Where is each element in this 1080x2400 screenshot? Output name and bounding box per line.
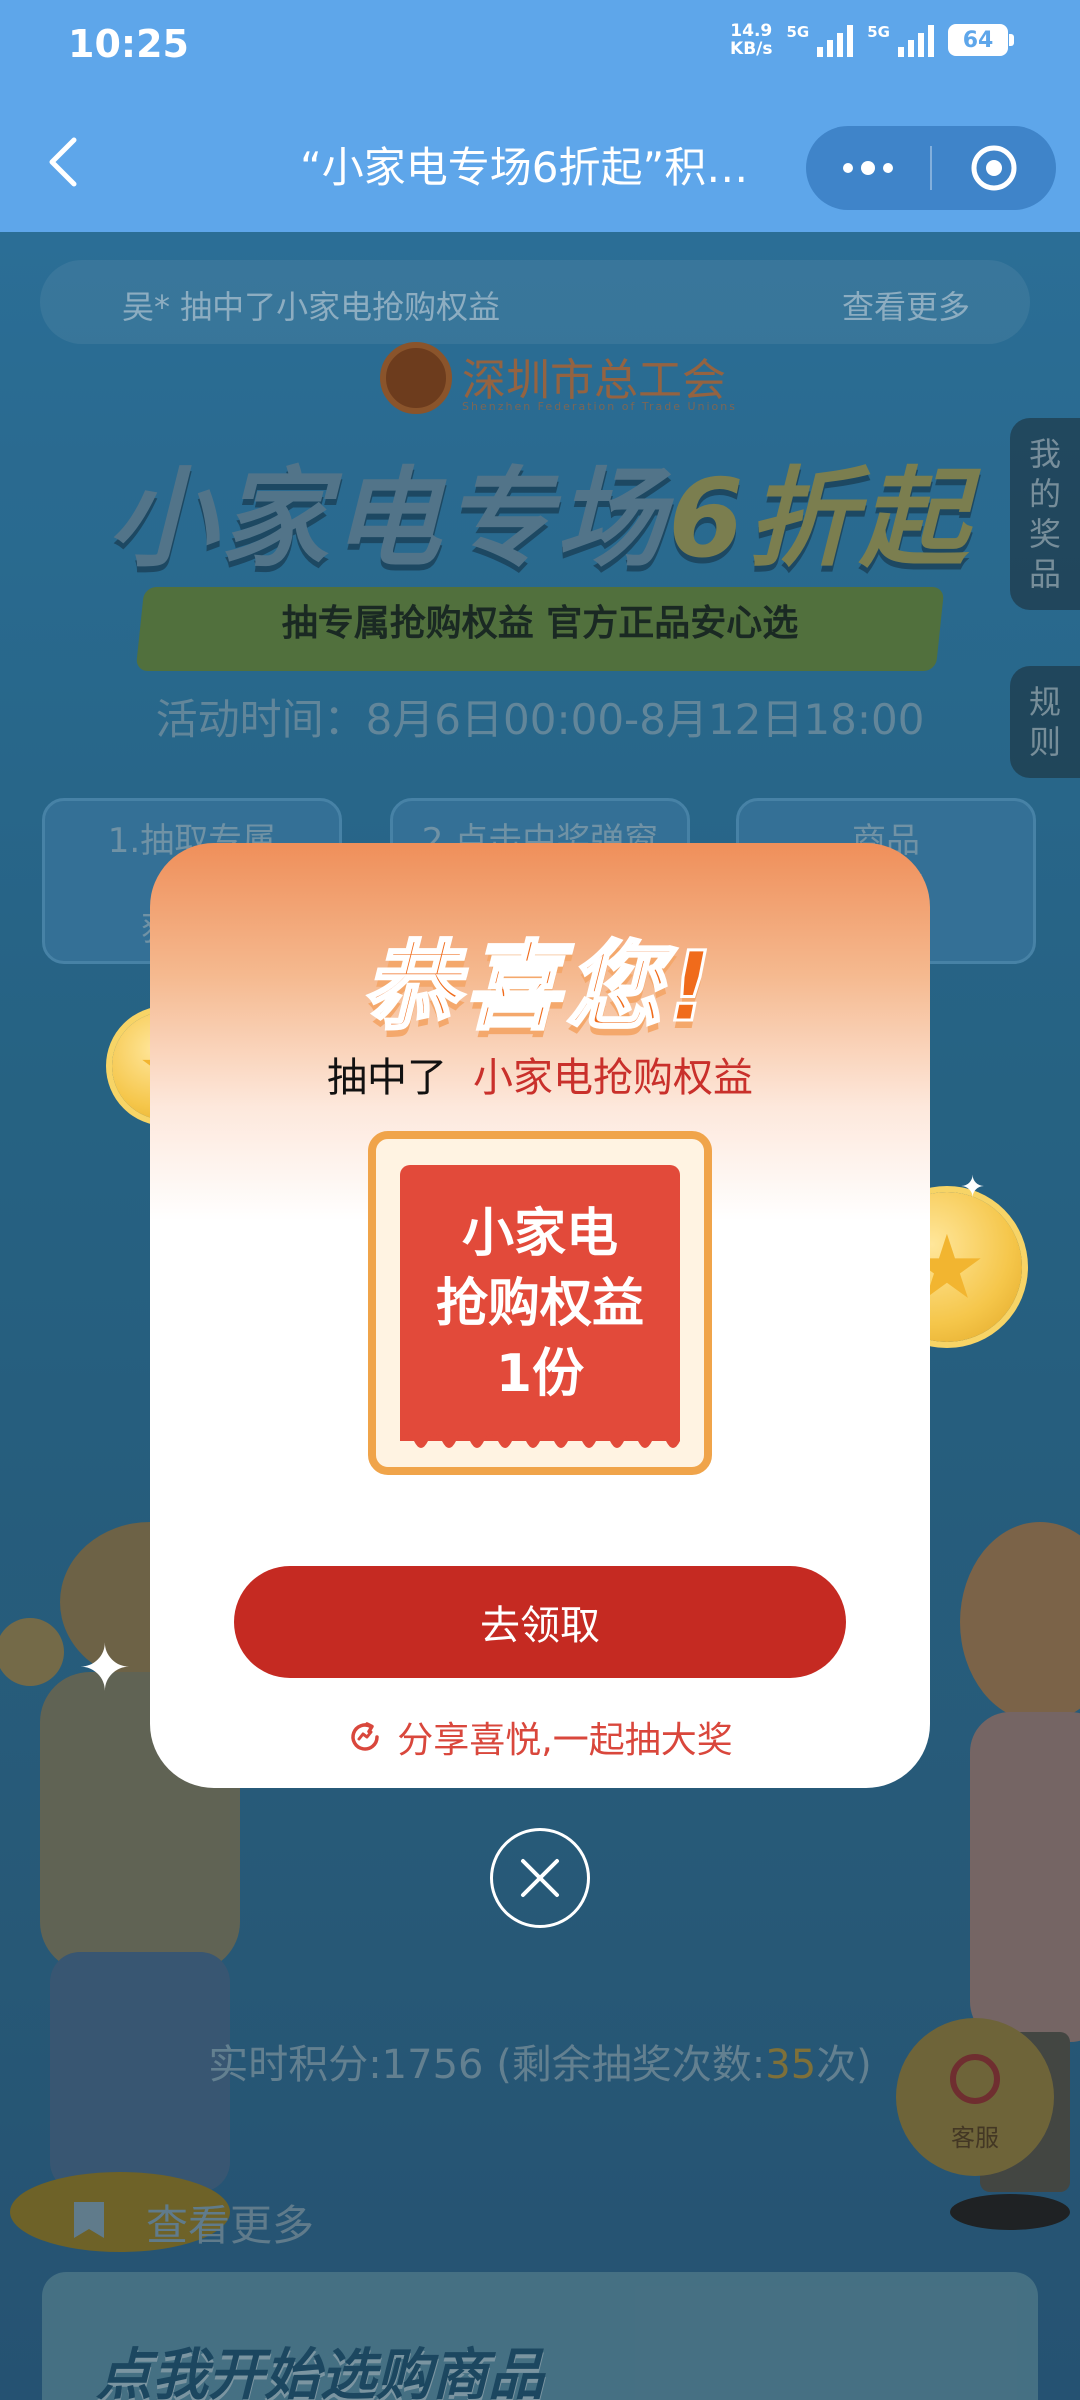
page-title: “小家电专场6折起”积… bbox=[300, 143, 749, 192]
sparkle-icon: ✦ bbox=[960, 1170, 986, 1205]
close-icon bbox=[521, 1859, 559, 1897]
sparkle-icon: ✦ bbox=[78, 1632, 132, 1706]
claim-button[interactable]: 去领取 bbox=[234, 1566, 846, 1678]
status-icons: 14.9 KB/s 5G 5G 64 bbox=[730, 21, 1014, 59]
prize-card-frame: 小家电 抢购权益 1份 bbox=[368, 1131, 712, 1475]
status-bar: 10:25 14.9 KB/s 5G 5G 64 bbox=[0, 0, 1080, 92]
more-menu-button[interactable] bbox=[806, 126, 930, 210]
prize-modal: 恭喜您! 抽中了 小家电抢购权益 小家电 抢购权益 1份 去领取 分享喜悦,一起抽… bbox=[150, 843, 930, 1788]
close-miniapp-button[interactable] bbox=[932, 126, 1056, 210]
nav-bar: “小家电专场6折起”积… bbox=[0, 92, 1080, 232]
share-link[interactable]: 分享喜悦,一起抽大奖 bbox=[150, 1711, 930, 1763]
prize-name: 小家电抢购权益 bbox=[473, 1055, 753, 1101]
drew-line: 抽中了 小家电抢购权益 bbox=[327, 1055, 753, 1101]
congrats-title: 恭喜您! bbox=[361, 930, 718, 1045]
signal-icon: 5G bbox=[867, 23, 934, 57]
more-dots-icon bbox=[843, 161, 893, 175]
back-arrow-icon[interactable] bbox=[40, 134, 90, 190]
share-icon bbox=[351, 1722, 380, 1751]
miniapp-capsule bbox=[806, 126, 1056, 210]
status-time: 10:25 bbox=[68, 22, 189, 66]
scalloped-edge bbox=[400, 1427, 680, 1448]
battery-icon: 64 bbox=[948, 24, 1014, 56]
prize-card: 小家电 抢购权益 1份 bbox=[400, 1165, 680, 1448]
target-icon bbox=[971, 145, 1017, 191]
signal-icon: 5G bbox=[787, 23, 854, 57]
prize-card-text: 小家电 抢购权益 1份 bbox=[435, 1204, 644, 1404]
net-speed: 14.9 KB/s bbox=[730, 21, 773, 59]
close-modal-button[interactable] bbox=[490, 1828, 590, 1928]
